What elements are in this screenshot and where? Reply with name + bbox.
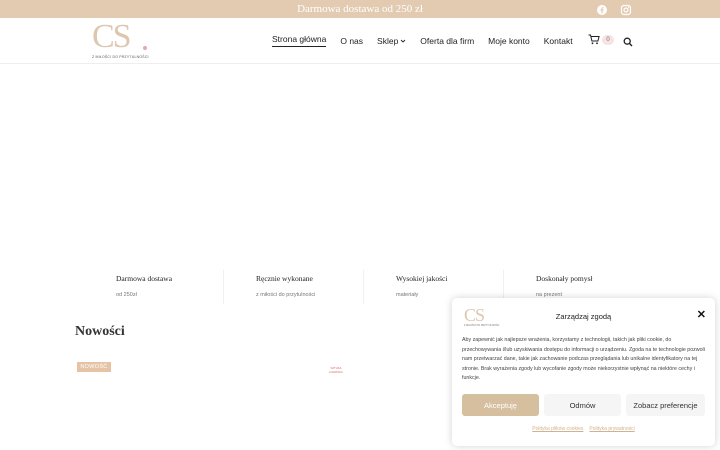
section-title: Nowości [75, 324, 125, 339]
feature-item: Ręcznie wykonane z miłości do przytulnoś… [224, 270, 364, 304]
announcement-bar: Darmowa dostawa od 250 zł [0, 0, 720, 18]
product-logo[interactable]: SZTUKA LNIARSKA [324, 366, 348, 374]
announcement-text: Darmowa dostawa od 250 zł [297, 3, 423, 15]
feature-item: Darmowa dostawa od 250zł [84, 270, 224, 304]
feature-title: Ręcznie wykonane [256, 274, 313, 283]
nav-account[interactable]: Moje konto [488, 36, 530, 46]
feature-title: Doskonały pomysł [536, 274, 593, 283]
preferences-button[interactable]: Zobacz preferencje [626, 394, 705, 416]
cart-button[interactable]: 0 [588, 34, 614, 45]
consent-links: Polityka plików cookies Polityka prywatn… [452, 426, 715, 432]
nav-home[interactable]: Strona główna [272, 34, 327, 47]
consent-buttons: Akceptuję Odmów Zobacz preferencje [462, 394, 705, 416]
logo-tagline: Z MIŁOŚCI DO PRZYTULNOŚCI [92, 55, 149, 59]
accept-button[interactable]: Akceptuję [462, 394, 539, 416]
feature-title: Wysokiej jakości [396, 274, 448, 283]
nav-shop-label: Sklep [377, 35, 399, 46]
new-badge: NOWOŚĆ [77, 362, 111, 372]
chevron-down-icon [400, 39, 406, 43]
privacy-policy-link[interactable]: Polityka prywatności [589, 426, 634, 432]
main-nav: Strona główna O nas Sklep Oferta dla fir… [272, 34, 573, 47]
site-header: CS Z MIŁOŚCI DO PRZYTULNOŚCI Strona głów… [0, 18, 720, 64]
logo-heart-icon [143, 46, 147, 50]
feature-title: Darmowa dostawa [116, 274, 173, 283]
search-button[interactable] [623, 34, 633, 52]
nav-about[interactable]: O nas [340, 36, 363, 46]
feature-subtitle: z miłości do przytulności [256, 292, 316, 298]
nav-shop[interactable]: Sklep [377, 36, 406, 46]
instagram-icon[interactable] [620, 3, 632, 16]
facebook-icon[interactable] [596, 3, 608, 15]
cart-count-badge: 0 [602, 34, 614, 45]
cookie-consent-dialog: CS Z MIŁOŚCI DO PRZYTULNOŚCI Zarządzaj z… [452, 298, 715, 446]
deny-button[interactable]: Odmów [544, 394, 621, 416]
close-icon[interactable]: ✕ [697, 310, 706, 321]
nav-business[interactable]: Oferta dla firm [420, 36, 474, 46]
feature-subtitle: od 250zł [116, 292, 137, 298]
cookie-policy-link[interactable]: Polityka plików cookies [532, 426, 583, 432]
nav-contact[interactable]: Kontakt [544, 36, 573, 46]
search-icon [623, 37, 633, 47]
consent-logo-tagline: Z MIŁOŚCI DO PRZYTULNOŚCI [464, 324, 500, 327]
social-links [596, 3, 632, 16]
cart-icon [588, 34, 600, 45]
consent-title: Zarządzaj zgodą [555, 312, 612, 321]
consent-text: Aby zapewnić jak najlepsze wrażenia, kor… [462, 337, 705, 381]
site-logo[interactable]: CS Z MIŁOŚCI DO PRZYTULNOŚCI [92, 20, 152, 62]
